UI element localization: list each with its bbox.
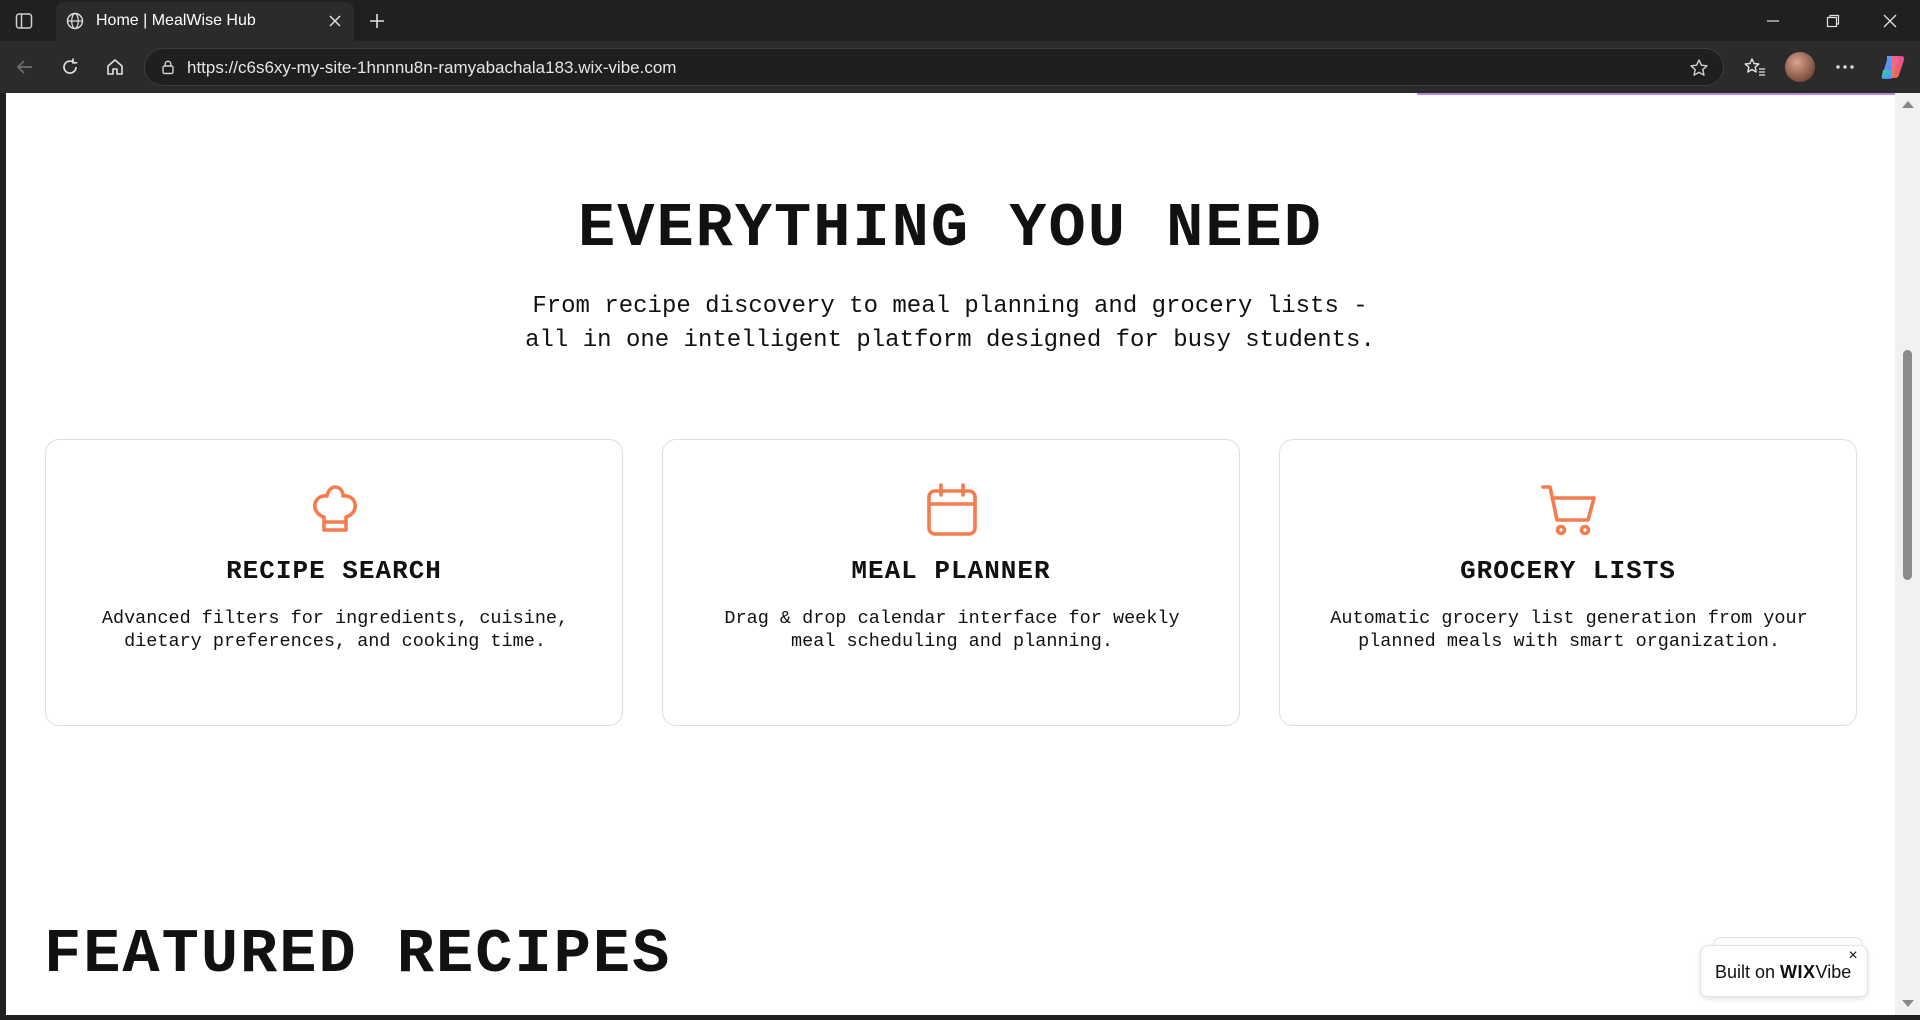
calendar-icon	[922, 480, 982, 540]
feature-title: RECIPE SEARCH	[226, 556, 442, 586]
address-bar[interactable]: https://c6s6xy-my-site-1hnnnu8n-ramyabac…	[144, 48, 1724, 86]
wix-badge-prefix: Built on	[1715, 962, 1781, 982]
scrollbar-thumb[interactable]	[1903, 350, 1912, 580]
section-title: EVERYTHING YOU NEED	[578, 193, 1323, 264]
reload-icon[interactable]	[55, 52, 85, 82]
wix-badge-text: Built on WIXVibe	[1715, 962, 1851, 983]
scroll-up-arrow-icon[interactable]	[1902, 101, 1914, 108]
close-tab-icon[interactable]	[324, 10, 346, 32]
home-icon[interactable]	[100, 52, 130, 82]
favorites-icon[interactable]	[1740, 52, 1770, 82]
feature-description: Advanced filters for ingredients, cuisin…	[101, 608, 569, 652]
new-tab-plus-icon[interactable]	[364, 8, 390, 34]
shopping-cart-icon	[1539, 480, 1599, 540]
feature-description: Automatic grocery list generation from y…	[1330, 608, 1808, 652]
lock-icon[interactable]	[159, 58, 177, 76]
section-subtitle-line-1: From recipe discovery to meal planning a…	[532, 293, 1368, 320]
wix-badge-brand: WIX	[1780, 962, 1816, 982]
star-icon[interactable]	[1687, 56, 1711, 80]
tab-active[interactable]: Home | MealWise Hub	[56, 2, 354, 41]
minimize-icon[interactable]	[1759, 8, 1787, 34]
wix-badge-suffix: Vibe	[1815, 962, 1852, 982]
page-viewport: EVERYTHING YOU NEED From recipe discover…	[6, 93, 1895, 1015]
tab-sidebar-icon[interactable]	[12, 9, 36, 33]
close-window-icon[interactable]	[1876, 8, 1904, 34]
chef-hat-icon	[305, 480, 365, 540]
page-scrollbar[interactable]	[1895, 93, 1920, 1015]
tab-title: Home | MealWise Hub	[96, 12, 256, 29]
built-on-wix-badge[interactable]: Built on WIXVibe ×	[1700, 945, 1868, 997]
more-icon[interactable]	[1830, 52, 1860, 82]
back-arrow-icon[interactable]	[10, 52, 40, 82]
feature-title: MEAL PLANNER	[851, 556, 1051, 586]
feature-card-meal-planner: MEAL PLANNER Drag & drop calendar interf…	[662, 439, 1240, 726]
section-subtitle: From recipe discovery to meal planning a…	[350, 290, 1550, 358]
scroll-down-arrow-icon[interactable]	[1902, 1000, 1914, 1007]
restore-icon[interactable]	[1819, 8, 1847, 34]
globe-icon	[64, 10, 86, 32]
browser-toolbar: https://c6s6xy-my-site-1hnnnu8n-ramyabac…	[0, 41, 1920, 93]
url-text[interactable]: https://c6s6xy-my-site-1hnnnu8n-ramyabac…	[187, 58, 676, 78]
section-subtitle-line-2: all in one intelligent platform designed…	[525, 327, 1375, 354]
featured-recipes-title: FEATURED RECIPES	[44, 919, 672, 990]
feature-card-grocery-lists: GROCERY LISTS Automatic grocery list gen…	[1279, 439, 1857, 726]
feature-title: GROCERY LISTS	[1460, 556, 1676, 586]
page-load-indicator	[1417, 93, 1895, 95]
feature-card-recipe-search: RECIPE SEARCH Advanced filters for ingre…	[45, 439, 623, 726]
feature-description: Drag & drop calendar interface for weekl…	[724, 608, 1180, 652]
copilot-icon[interactable]	[1878, 52, 1908, 82]
profile-avatar[interactable]	[1785, 52, 1815, 82]
close-icon[interactable]: ×	[1845, 948, 1861, 964]
browser-tab-bar: Home | MealWise Hub	[0, 0, 1920, 41]
